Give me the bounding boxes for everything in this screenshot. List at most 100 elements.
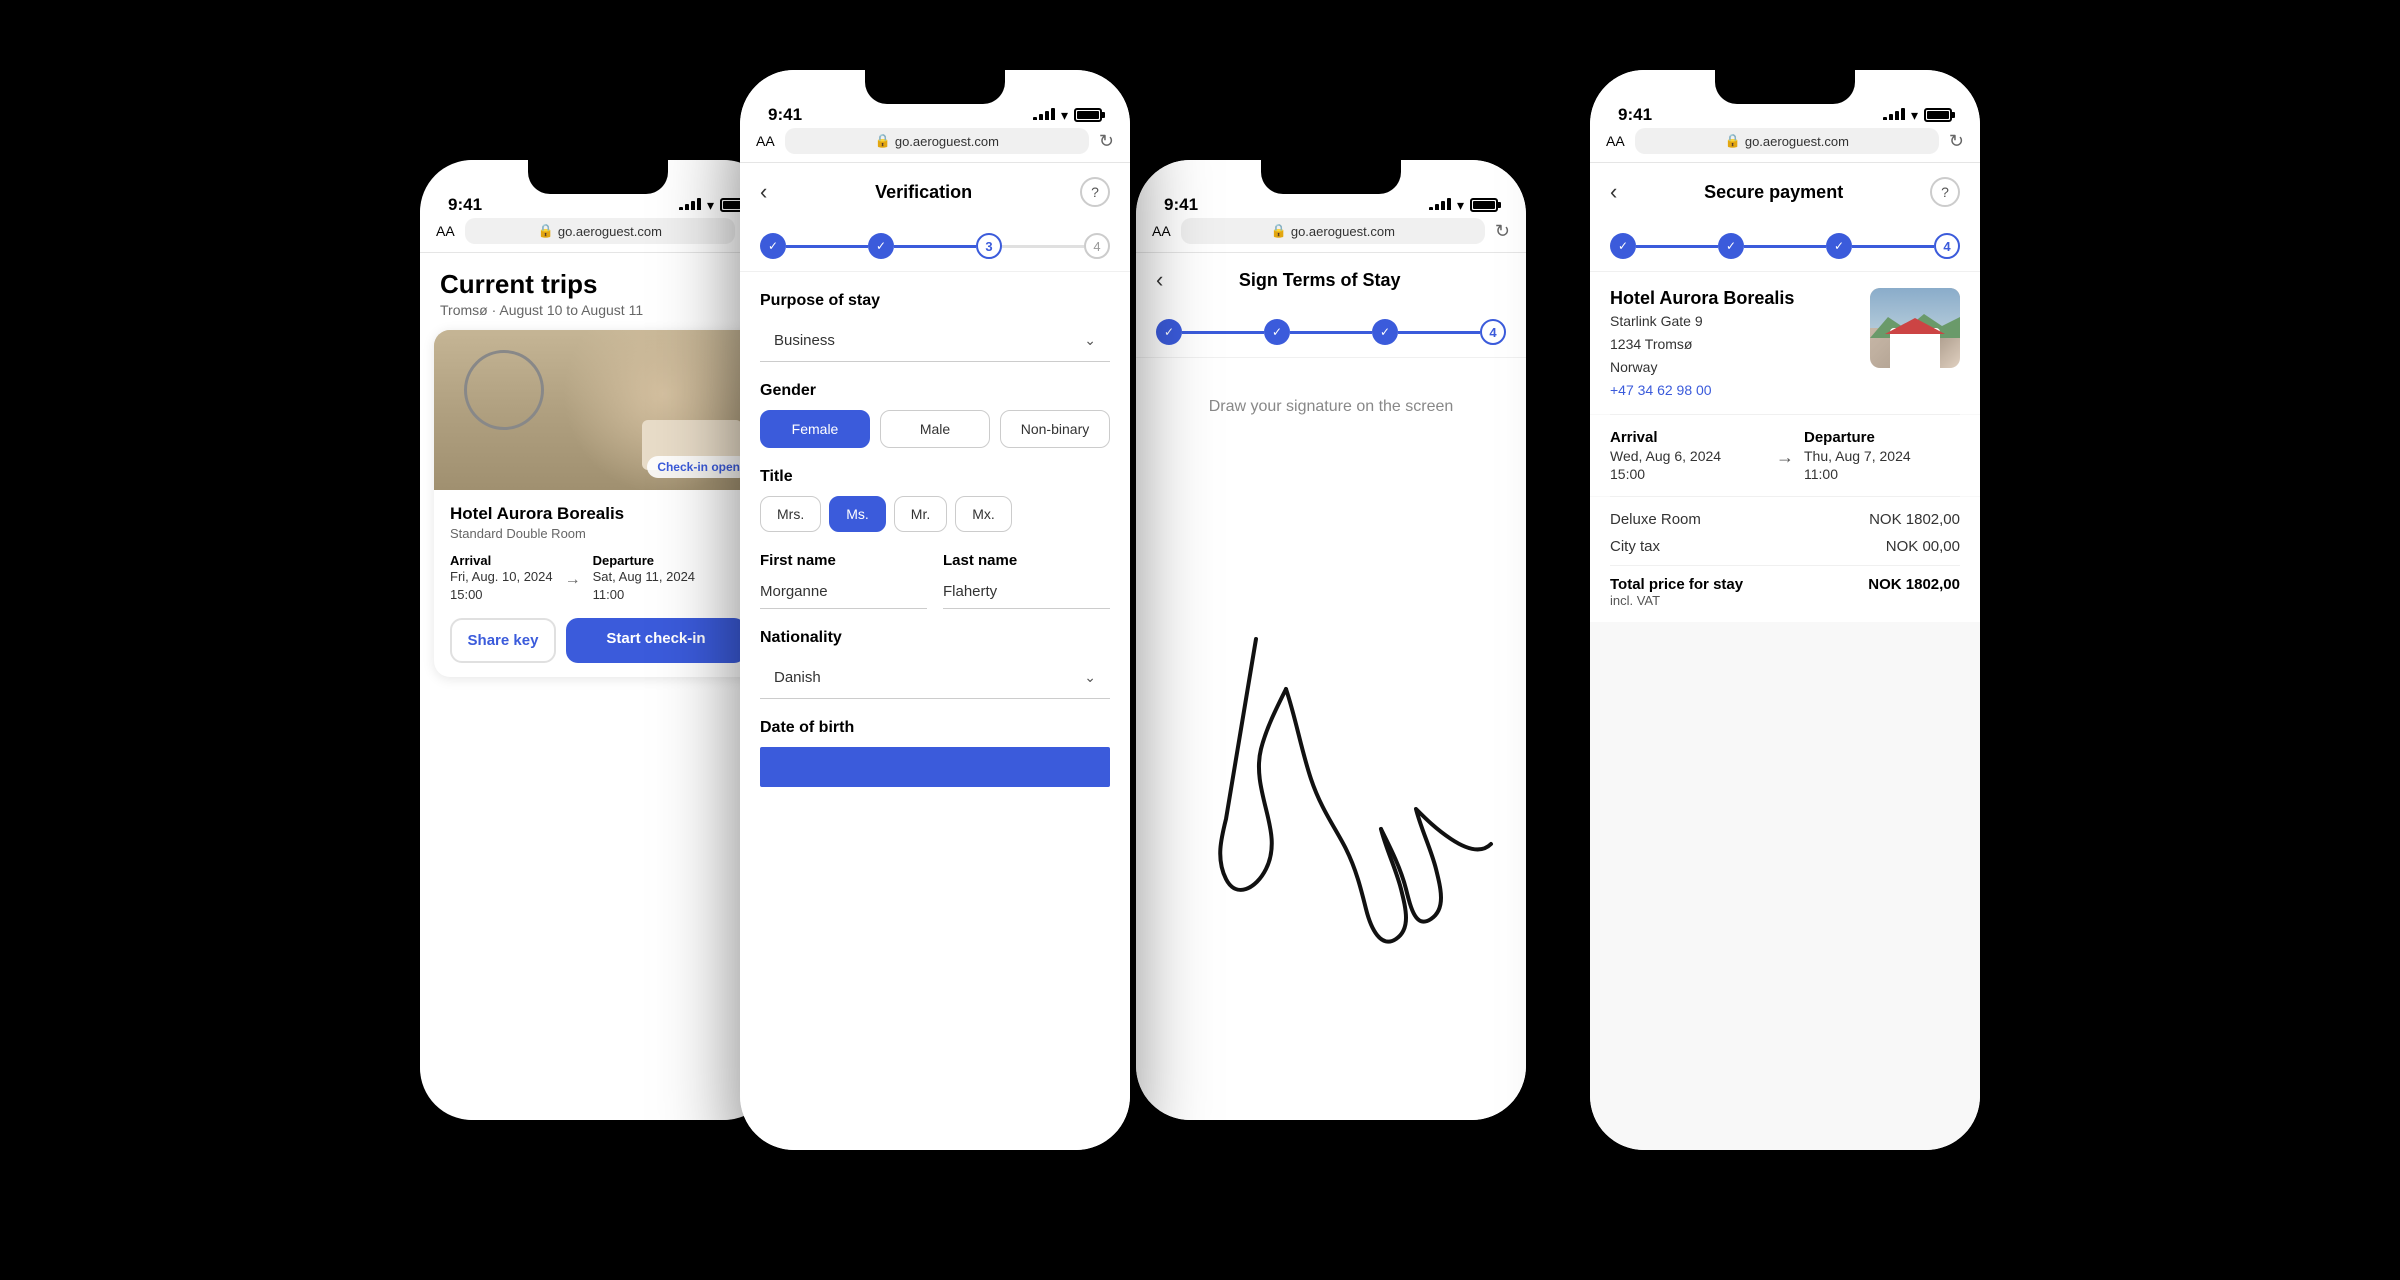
sign-terms-header: ‹ Sign Terms of Stay — [1136, 253, 1526, 307]
phone-4-url[interactable]: 🔒 go.aeroguest.com — [1635, 128, 1939, 154]
payment-departure: Departure Thu, Aug 7, 2024 11:00 — [1804, 429, 1960, 482]
hotel-info: Hotel Aurora Borealis Standard Double Ro… — [434, 490, 762, 677]
title-mrs-btn[interactable]: Mrs. — [760, 496, 821, 532]
payment-back-button[interactable]: ‹ — [1610, 179, 1617, 205]
nationality-section: Nationality Danish ⌄ — [760, 629, 1110, 699]
signature-area[interactable]: Draw your signature on the screen — [1136, 358, 1526, 1120]
phone-3-sign-terms: 9:41 ▾ AA 🔒 — [1136, 160, 1526, 1120]
nationality-dropdown[interactable]: Danish ⌄ — [760, 657, 1110, 699]
departure-date: Sat, Aug 11, 2024 — [593, 569, 695, 584]
booking-hotel-name: Hotel Aurora Borealis — [1610, 288, 1858, 309]
lock-icon-4: 🔒 — [1725, 133, 1741, 149]
sign-step-4-num: 4 — [1480, 319, 1506, 345]
title-section: Title Mrs. Ms. Mr. Mx. — [760, 468, 1110, 532]
step-1-check: ✓ — [760, 233, 786, 259]
first-name-input[interactable] — [760, 575, 927, 609]
purpose-dropdown[interactable]: Business ⌄ — [760, 320, 1110, 362]
step-3-num: 3 — [976, 233, 1002, 259]
payment-arrival: Arrival Wed, Aug 6, 2024 15:00 — [1610, 429, 1766, 482]
payment-step-line-2 — [1744, 245, 1826, 248]
trips-subtitle: Tromsø · August 10 to August 11 — [440, 302, 756, 318]
arrival-time: 15:00 — [450, 587, 483, 602]
help-button[interactable]: ? — [1080, 177, 1110, 207]
gender-section: Gender Female Male Non-binary — [760, 382, 1110, 448]
total-price-value: NOK 1802,00 — [1868, 576, 1960, 608]
step-line-1 — [786, 245, 868, 248]
first-name-label: First name — [760, 552, 927, 569]
hotel-card: Check-in open Hotel Aurora Borealis Stan… — [434, 330, 762, 677]
gender-female-btn[interactable]: Female — [760, 410, 870, 448]
refresh-icon-4[interactable]: ↻ — [1949, 131, 1964, 152]
sign-back-button[interactable]: ‹ — [1156, 267, 1163, 293]
nationality-label: Nationality — [760, 629, 1110, 647]
room-price-value: NOK 1802,00 — [1869, 511, 1960, 528]
verification-progress: ✓ ✓ 3 4 — [740, 221, 1130, 272]
departure-time: 11:00 — [593, 587, 625, 602]
hotel-booking-image — [1870, 288, 1960, 368]
gender-male-btn[interactable]: Male — [880, 410, 990, 448]
step-2-check: ✓ — [868, 233, 894, 259]
sign-terms-title: Sign Terms of Stay — [1239, 270, 1401, 291]
gender-label: Gender — [760, 382, 1110, 400]
phone-2-verification: 9:41 ▾ AA 🔒 — [740, 70, 1130, 1150]
battery-icon-3 — [1470, 198, 1498, 212]
nationality-chevron: ⌄ — [1084, 669, 1096, 686]
payment-step-1-check: ✓ — [1610, 233, 1636, 259]
sign-terms-progress: ✓ ✓ ✓ 4 — [1136, 307, 1526, 358]
start-checkin-button[interactable]: Start check-in — [566, 618, 746, 663]
phone-4-notch — [1715, 70, 1855, 104]
payment-arrival-label: Arrival — [1610, 429, 1766, 446]
phone-1-url[interactable]: 🔒 go.aeroguest.com — [465, 218, 735, 244]
payment-arrival-date: Wed, Aug 6, 2024 — [1610, 448, 1766, 464]
dob-section: Date of birth — [760, 719, 1110, 787]
back-button[interactable]: ‹ — [760, 179, 767, 205]
share-key-button[interactable]: Share key — [450, 618, 556, 663]
total-price-row: Total price for stay incl. VAT NOK 1802,… — [1610, 565, 1960, 608]
verification-form: Purpose of stay Business ⌄ Gender Female… — [740, 272, 1130, 1150]
title-mr-btn[interactable]: Mr. — [894, 496, 947, 532]
booking-phone[interactable]: +47 34 62 98 00 — [1610, 382, 1858, 398]
arrival-label: Arrival — [450, 553, 553, 568]
payment-departure-time: 11:00 — [1804, 466, 1960, 482]
last-name-input[interactable] — [943, 575, 1110, 609]
dob-label: Date of birth — [760, 719, 1110, 737]
phone-4-browser-bar: AA 🔒 go.aeroguest.com ↻ — [1590, 120, 1980, 163]
payment-arrival-time: 15:00 — [1610, 466, 1766, 482]
title-buttons: Mrs. Ms. Mr. Mx. — [760, 496, 1110, 532]
payment-progress: ✓ ✓ ✓ 4 — [1590, 221, 1980, 272]
phone-2-url[interactable]: 🔒 go.aeroguest.com — [785, 128, 1089, 154]
last-name-field: Last name — [943, 552, 1110, 609]
payment-content: Hotel Aurora Borealis Starlink Gate 9 12… — [1590, 272, 1980, 1150]
payment-departure-label: Departure — [1804, 429, 1960, 446]
payment-help-button[interactable]: ? — [1930, 177, 1960, 207]
signature-drawing — [1136, 358, 1526, 1120]
battery-icon-2 — [1074, 108, 1102, 122]
sign-step-line-1 — [1182, 331, 1264, 334]
gender-nonbinary-btn[interactable]: Non-binary — [1000, 410, 1110, 448]
purpose-value: Business — [774, 332, 835, 349]
hotel-room-type: Standard Double Room — [450, 526, 746, 541]
payment-step-line-1 — [1636, 245, 1718, 248]
sign-step-1-check: ✓ — [1156, 319, 1182, 345]
phone-3-url[interactable]: 🔒 go.aeroguest.com — [1181, 218, 1485, 244]
total-label-1: Total price for stay — [1610, 576, 1743, 593]
lock-icon-3: 🔒 — [1271, 223, 1287, 239]
title-mx-btn[interactable]: Mx. — [955, 496, 1012, 532]
signature-prompt: Draw your signature on the screen — [1136, 398, 1526, 416]
sign-step-line-2 — [1290, 331, 1372, 334]
name-section: First name Last name — [760, 552, 1110, 609]
trips-title: Current trips — [440, 269, 756, 300]
refresh-icon-2[interactable]: ↻ — [1099, 131, 1114, 152]
phone-2-notch — [865, 70, 1005, 104]
payment-step-line-3 — [1852, 245, 1934, 248]
title-ms-btn[interactable]: Ms. — [829, 496, 886, 532]
refresh-icon-3[interactable]: ↻ — [1495, 221, 1510, 242]
booking-hotel-details: Hotel Aurora Borealis Starlink Gate 9 12… — [1610, 288, 1858, 398]
booking-info: Hotel Aurora Borealis Starlink Gate 9 12… — [1590, 272, 1980, 414]
purpose-chevron: ⌄ — [1084, 332, 1096, 349]
total-label-block: Total price for stay incl. VAT — [1610, 576, 1743, 608]
booking-hotel-row: Hotel Aurora Borealis Starlink Gate 9 12… — [1610, 288, 1960, 398]
step-line-2 — [894, 245, 976, 248]
room-price-label: Deluxe Room — [1610, 511, 1701, 528]
phone-2-browser-bar: AA 🔒 go.aeroguest.com ↻ — [740, 120, 1130, 163]
